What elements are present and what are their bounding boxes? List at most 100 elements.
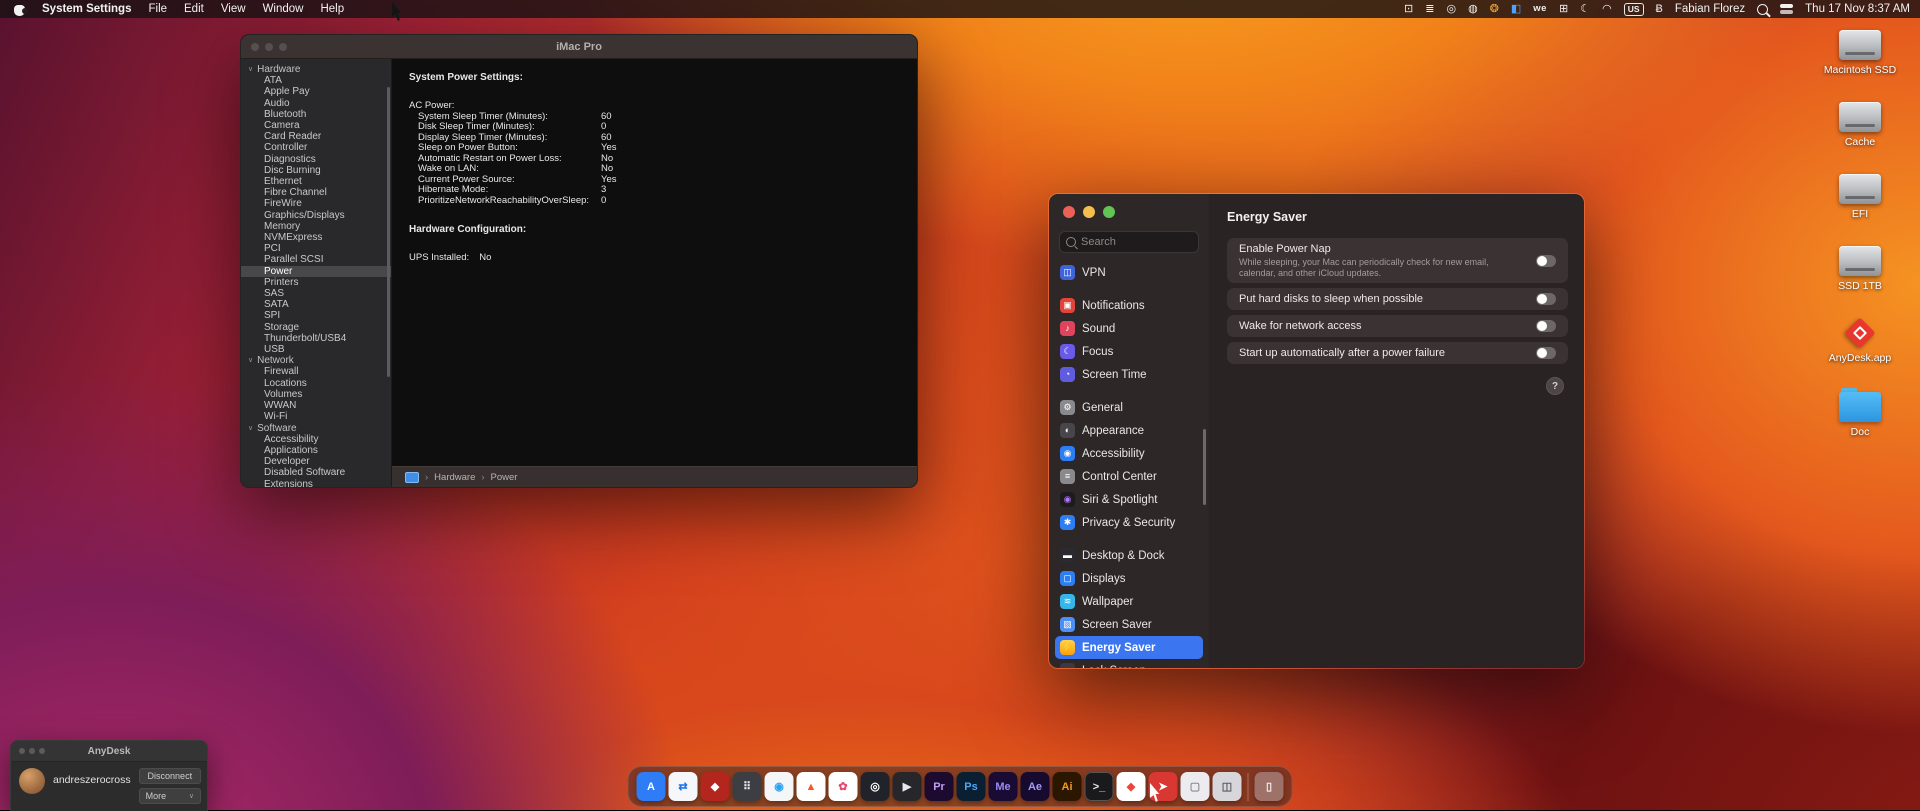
tree-item-fibre-channel[interactable]: Fibre Channel [241, 187, 391, 198]
wake-network-toggle[interactable] [1536, 320, 1556, 332]
sidebar-scrollbar[interactable] [387, 87, 390, 377]
settings-item-control-center[interactable]: ≡ Control Center [1055, 465, 1203, 488]
dock-premiere-pro-icon[interactable]: Pr [924, 772, 954, 801]
tree-item-ata[interactable]: ATA [241, 75, 391, 86]
tree-item-volumes[interactable]: Volumes [241, 389, 391, 400]
settings-item-accessibility[interactable]: ◉ Accessibility [1055, 442, 1203, 465]
settings-item-privacy-security[interactable]: ✱ Privacy & Security [1055, 511, 1203, 534]
tree-item-thunderbolt[interactable]: Thunderbolt/USB4 [241, 333, 391, 344]
tree-item-graphics-displays[interactable]: Graphics/Displays [241, 210, 391, 221]
desktop-icon-cache[interactable]: Cache [1839, 102, 1881, 148]
sidebar-scrollbar[interactable] [1203, 429, 1206, 505]
wifi-status-icon[interactable]: ◠ [1602, 0, 1612, 18]
zoom-button[interactable] [279, 42, 287, 51]
menu-help[interactable]: Help [320, 3, 344, 15]
tree-item-sas[interactable]: SAS [241, 288, 391, 299]
record-status-icon[interactable]: ◎ [1446, 0, 1456, 18]
dock-safari-icon[interactable]: ◉ [764, 772, 794, 801]
apple-menu-icon[interactable] [14, 3, 28, 16]
more-button[interactable]: More ∨ [138, 788, 201, 804]
settings-item-general[interactable]: ⚙ General [1055, 396, 1203, 419]
tree-item-spi[interactable]: SPI [241, 310, 391, 321]
settings-item-desktop-dock[interactable]: ▬ Desktop & Dock [1055, 544, 1203, 567]
tree-item-firewall[interactable]: Firewall [241, 366, 391, 377]
desktop-icon-ssd-1tb[interactable]: SSD 1TB [1838, 246, 1882, 292]
tree-section-software[interactable]: ∨ Software [241, 423, 391, 434]
tree-item-disc-burning[interactable]: Disc Burning [241, 165, 391, 176]
dock-media-encoder-icon[interactable]: Me [988, 772, 1018, 801]
chevron-down-icon[interactable]: ∨ [248, 423, 253, 434]
color-app-status-icon[interactable]: ❂ [1490, 0, 1499, 18]
dock-obs-icon[interactable]: ◎ [860, 772, 890, 801]
tree-item-apple-pay[interactable]: Apple Pay [241, 86, 391, 97]
settings-item-screen-time[interactable]: ◔ Screen Time [1055, 363, 1203, 386]
chevron-down-icon[interactable]: ∨ [248, 355, 253, 366]
menu-app-name[interactable]: System Settings [42, 3, 131, 15]
desktop-icon-efi[interactable]: EFI [1839, 174, 1881, 220]
tree-item-storage[interactable]: Storage [241, 322, 391, 333]
minimize-button[interactable] [29, 748, 35, 754]
focus-status-icon[interactable]: ☾ [1580, 0, 1590, 18]
tree-item-camera[interactable]: Camera [241, 120, 391, 131]
dock-app-store-icon[interactable]: A [636, 772, 666, 801]
camera-status-icon[interactable]: ◍ [1468, 0, 1478, 18]
breadcrumb-power[interactable]: Power [491, 472, 518, 483]
tree-item-card-reader[interactable]: Card Reader [241, 131, 391, 142]
settings-item-focus[interactable]: ☾ Focus [1055, 340, 1203, 363]
settings-item-siri-spotlight[interactable]: ◉ Siri & Spotlight [1055, 488, 1203, 511]
breadcrumb-h​ardware[interactable]: Hardware [434, 472, 475, 483]
settings-item-sound[interactable]: ♪ Sound [1055, 317, 1203, 340]
settings-search-field[interactable] [1059, 231, 1199, 253]
dock-gallery-icon[interactable]: ◫ [1212, 772, 1242, 801]
menu-edit[interactable]: Edit [184, 3, 204, 15]
settings-item-screen-saver[interactable]: ▧ Screen Saver [1055, 613, 1203, 636]
tree-item-extensions[interactable]: Extensions [241, 479, 391, 487]
system-information-titlebar[interactable]: iMac Pro [241, 35, 917, 59]
dock-teamviewer-icon[interactable]: ⇄ [668, 772, 698, 801]
dock-video-editor-icon[interactable]: ▶ [892, 772, 922, 801]
dock-white-app-icon[interactable]: ▢ [1180, 772, 1210, 801]
disconnect-button[interactable]: Disconnect [138, 768, 201, 784]
dock-brave-icon[interactable]: ▲ [796, 772, 826, 801]
settings-item-notifications[interactable]: ▣ Notifications [1055, 294, 1203, 317]
tree-item-controller[interactable]: Controller [241, 142, 391, 153]
desktop-icon-doc-folder[interactable]: Doc [1839, 388, 1881, 438]
tree-item-disabled-software[interactable]: Disabled Software [241, 467, 391, 478]
tree-item-sata[interactable]: SATA [241, 299, 391, 310]
control-center-icon[interactable] [1780, 4, 1794, 14]
window-manager-status-icon[interactable]: ⊞ [1559, 0, 1568, 18]
tree-item-wwan[interactable]: WWAN [241, 400, 391, 411]
settings-item-energy-saver[interactable]: ⚡ Energy Saver [1055, 636, 1203, 659]
input-source-indicator[interactable]: US [1623, 2, 1644, 16]
close-button[interactable] [251, 42, 259, 51]
tree-item-usb[interactable]: USB [241, 344, 391, 355]
tree-item-bluetooth[interactable]: Bluetooth [241, 109, 391, 120]
tree-item-audio[interactable]: Audio [241, 98, 391, 109]
zoom-button[interactable] [39, 748, 45, 754]
tree-item-applications[interactable]: Applications [241, 445, 391, 456]
tree-item-power[interactable]: Power [241, 265, 391, 277]
tree-item-diagnostics[interactable]: Diagnostics [241, 154, 391, 165]
tree-item-locations[interactable]: Locations [241, 378, 391, 389]
search-input[interactable] [1081, 236, 1192, 248]
zoom-button[interactable] [1103, 206, 1115, 218]
settings-item-vpn[interactable]: ◫ VPN [1055, 261, 1203, 284]
settings-item-wallpaper[interactable]: ≋ Wallpaper [1055, 590, 1203, 613]
settings-item-displays[interactable]: ▢ Displays [1055, 567, 1203, 590]
dock-red-utility-icon[interactable]: ◆ [700, 772, 730, 801]
help-button[interactable]: ? [1546, 377, 1564, 395]
dock-photoshop-icon[interactable]: Ps [956, 772, 986, 801]
tree-item-memory[interactable]: Memory [241, 221, 391, 232]
dock-illustrator-icon[interactable]: Ai [1052, 772, 1082, 801]
tree-item-firewire[interactable]: FireWire [241, 198, 391, 209]
tree-section-hardware[interactable]: ∨ Hardware [241, 64, 391, 75]
dock-photos-icon[interactable]: ✿ [828, 772, 858, 801]
tree-item-parallel-scsi[interactable]: Parallel SCSI [241, 254, 391, 265]
menu-clock[interactable]: Thu 17 Nov 8:37 AM [1805, 3, 1910, 15]
menu-window[interactable]: Window [263, 3, 304, 15]
close-button[interactable] [1063, 206, 1075, 218]
menu-file[interactable]: File [148, 3, 167, 15]
wemod-status-icon[interactable]: we [1533, 0, 1547, 18]
desktop-icon-anydesk-app[interactable]: AnyDesk.app [1829, 318, 1891, 364]
minimize-button[interactable] [265, 42, 273, 51]
